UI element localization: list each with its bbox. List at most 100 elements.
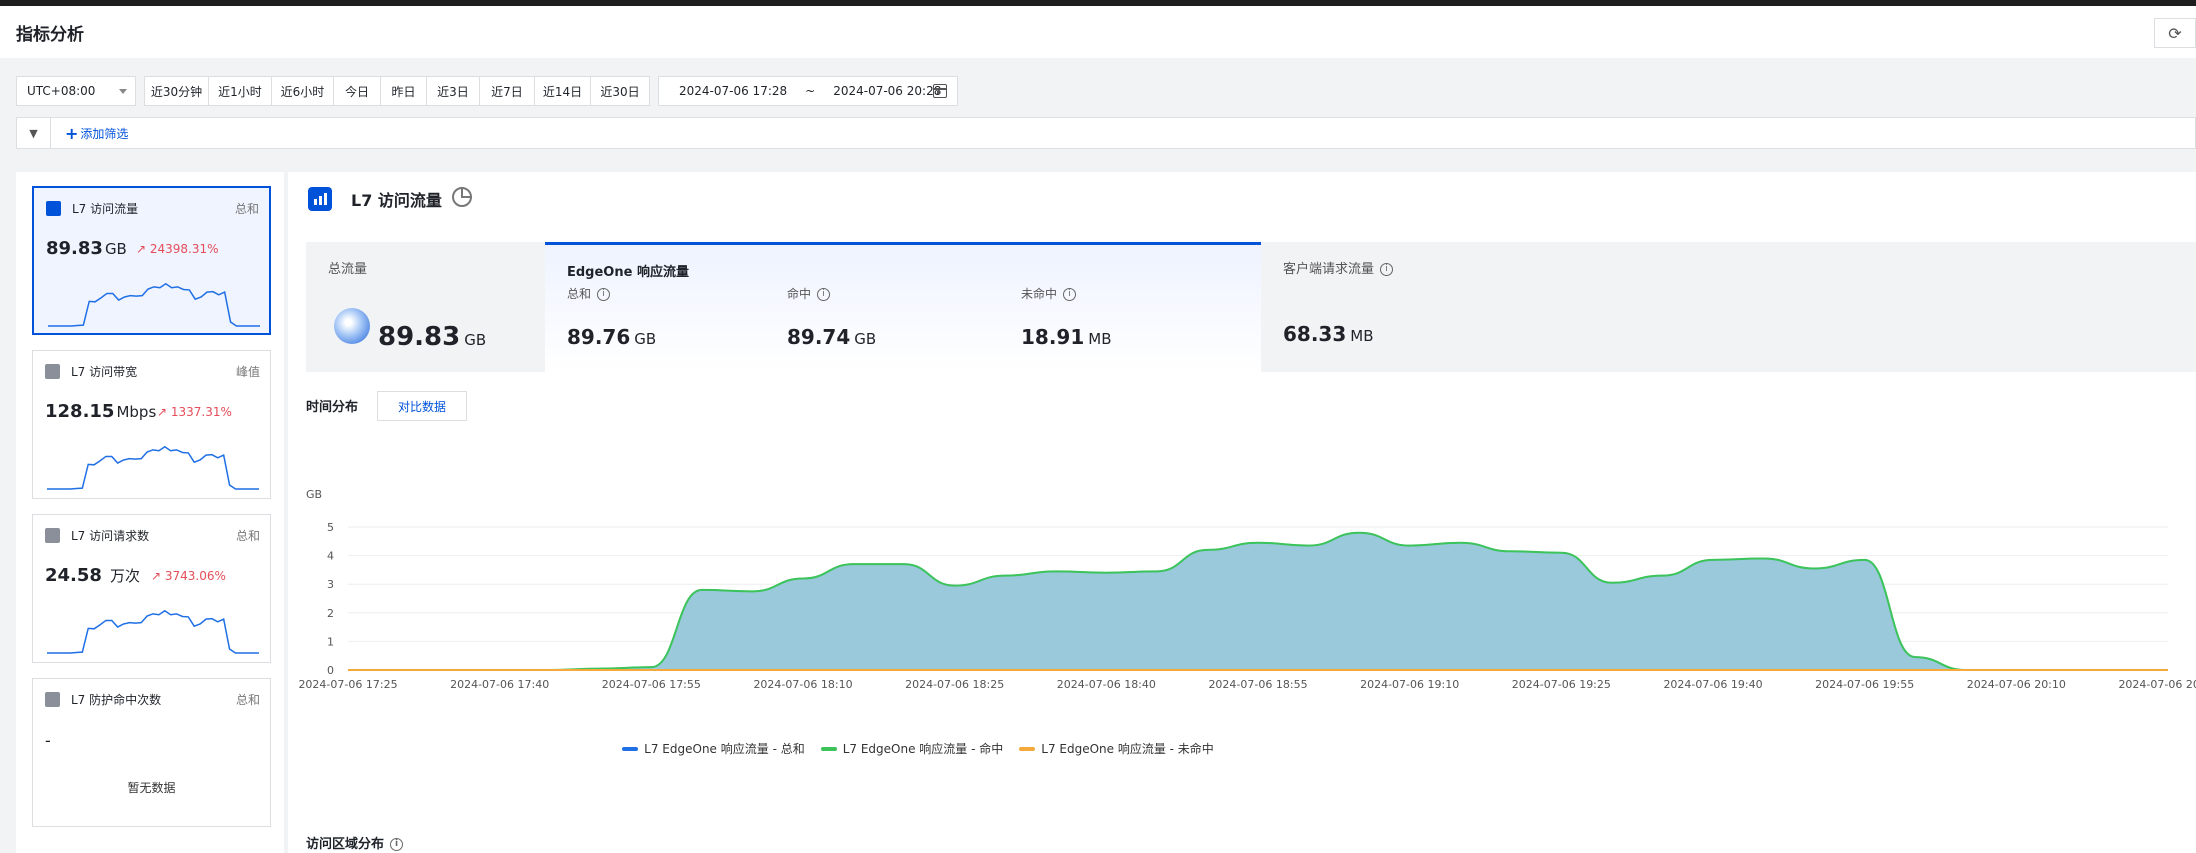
metric-tag: 总和: [234, 202, 259, 216]
x-tick-label: 2024-07-06 18:10: [753, 678, 852, 691]
range-yesterday[interactable]: 昨日: [381, 77, 427, 105]
stat-value-miss: 18.91 MB: [1021, 325, 1112, 349]
legend-item-total[interactable]: L7 EdgeOne 响应流量 - 总和: [622, 740, 805, 757]
range-today[interactable]: 今日: [334, 77, 381, 105]
metric-value: -: [45, 731, 51, 750]
metric-change: ↗ 24398.31%: [136, 242, 219, 256]
metric-value: 89.83 GB: [46, 238, 127, 259]
gauge-icon: [45, 364, 60, 379]
sparkline: [48, 282, 260, 327]
stat-value: 89.83 GB: [378, 322, 487, 352]
metric-change: ↗ 1337.31%: [157, 405, 232, 419]
arrow-up-right-icon: ↗: [157, 405, 171, 419]
date-start: 2024-07-06 17:28: [679, 84, 788, 98]
date-end: 2024-07-06 20:28: [833, 84, 942, 98]
sparkline-path: [47, 445, 259, 490]
x-tick-label: 2024-07-06 20:25: [2118, 678, 2196, 691]
sparkline: [47, 609, 259, 654]
area-fill: [348, 532, 2168, 670]
date-range-picker[interactable]: 2024-07-06 17:28 ~ 2024-07-06 20:28: [658, 76, 958, 106]
info-icon: i: [390, 838, 404, 851]
section-title-region: 访问区域分布 i: [306, 833, 404, 852]
x-tick-label: 2024-07-06 17:25: [298, 678, 397, 691]
refresh-icon: ⟳: [2168, 23, 2182, 43]
stat-label: 客户端请求流量 i: [1283, 258, 1394, 277]
range-3d[interactable]: 近3日: [427, 77, 480, 105]
stat-value-sum: 89.76 GB: [567, 325, 657, 349]
legend-item-miss[interactable]: L7 EdgeOne 响应流量 - 未命中: [1019, 740, 1214, 757]
metric-value: 24.58 万次: [45, 565, 140, 586]
x-tick-label: 2024-07-06 18:40: [1057, 678, 1156, 691]
metric-card-bandwidth[interactable]: L7 访问带宽 峰值 128.15 Mbps ↗ 1337.31%: [32, 350, 271, 499]
range-30d[interactable]: 近30日: [591, 77, 649, 105]
info-icon: i: [597, 288, 611, 301]
metric-value: 128.15 Mbps: [45, 401, 157, 422]
range-1h[interactable]: 近1小时: [209, 77, 272, 105]
info-icon: i: [1063, 288, 1077, 301]
sparkline: [47, 445, 259, 490]
chart-legend: L7 EdgeOne 响应流量 - 总和 L7 EdgeOne 响应流量 - 命…: [288, 740, 1548, 757]
plus-square-icon: [45, 692, 60, 707]
empty-state: 暂无数据: [127, 781, 176, 795]
stat-edgeone[interactable]: EdgeOne 响应流量 总和 i 89.76 GB 命中 i 89.74 GB 未命中…: [545, 242, 1261, 372]
calendar-icon[interactable]: [933, 84, 947, 98]
compare-data-button[interactable]: 对比数据: [377, 391, 467, 421]
metric-card-traffic[interactable]: L7 访问流量 总和 89.83 GB ↗ 24398.31%: [32, 186, 271, 335]
traffic-chart: GB 0 1 2 3 4 5 2024-07-06 17:25 2024-07-06 17:40…: [298, 488, 2196, 691]
x-tick-label: 2024-07-06 17:40: [450, 678, 549, 691]
y-tick-label: 3: [327, 578, 334, 591]
metric-title: L7 访问请求数: [71, 529, 150, 543]
metric-list: L7 访问流量 总和 89.83 GB ↗ 24398.31% L7 访问带宽 峰…: [16, 172, 284, 853]
stat-total[interactable]: 总流量 89.83 GB: [306, 242, 545, 372]
metric-card-protection[interactable]: L7 防护命中次数 总和 - 暂无数据: [32, 678, 271, 827]
metric-tag: 总和: [235, 693, 260, 707]
add-filter-button[interactable]: + 添加筛选: [65, 124, 128, 143]
y-tick-label: 4: [327, 550, 334, 563]
x-tick-label: 2024-07-06 18:55: [1208, 678, 1307, 691]
sparkline-path: [48, 282, 260, 327]
plus-icon: +: [65, 123, 79, 143]
time-toolbar: UTC+08:00 近30分钟 近1小时 近6小时 今日 昨日 近3日 近7日 …: [16, 76, 958, 106]
y-tick-label: 1: [327, 635, 334, 648]
user-icon: [45, 528, 60, 543]
x-tick-label: 2024-07-06 20:10: [1967, 678, 2066, 691]
range-30min[interactable]: 近30分钟: [145, 77, 209, 105]
chevron-down-icon: [119, 89, 127, 94]
pie-chart-icon[interactable]: [452, 187, 472, 207]
sparkline-path: [47, 609, 259, 654]
stat-label: EdgeOne 响应流量: [567, 265, 689, 280]
timezone-select[interactable]: UTC+08:00: [16, 76, 136, 106]
globe-icon: [334, 308, 370, 344]
x-tick-label: 2024-07-06 19:10: [1360, 678, 1459, 691]
main-panel: L7 访问流量 总流量 89.83 GB EdgeOne 响应流量 总和 i 89.…: [288, 172, 2196, 853]
bar-chart-icon: [308, 187, 332, 211]
x-tick-label: 2024-07-06 19:55: [1815, 678, 1914, 691]
x-tick-label: 2024-07-06 19:25: [1512, 678, 1611, 691]
stat-sub-sum: 总和 i: [567, 285, 611, 302]
metric-title: L7 访问带宽: [71, 365, 138, 379]
stat-value: 68.33 MB: [1283, 322, 1374, 346]
metric-change: ↗ 3743.06%: [151, 569, 226, 583]
arrow-up-right-icon: ↗: [151, 569, 165, 583]
metric-card-requests[interactable]: L7 访问请求数 总和 24.58 万次 ↗ 3743.06%: [32, 514, 271, 663]
legend-item-hit[interactable]: L7 EdgeOne 响应流量 - 命中: [820, 740, 1003, 757]
filter-icon[interactable]: ▼: [17, 118, 51, 148]
bar-chart-icon: [46, 201, 61, 216]
x-tick-label: 2024-07-06 17:55: [602, 678, 701, 691]
stats-row: 总流量 89.83 GB EdgeOne 响应流量 总和 i 89.76 GB 命中 i…: [306, 242, 2196, 372]
filter-bar: ▼ + 添加筛选: [16, 117, 2196, 149]
date-separator: ~: [805, 84, 816, 98]
page-title: 指标分析: [16, 25, 84, 45]
info-icon: i: [817, 288, 831, 301]
arrow-up-right-icon: ↗: [136, 242, 150, 256]
x-tick-label: 2024-07-06 18:25: [905, 678, 1004, 691]
range-14d[interactable]: 近14日: [535, 77, 591, 105]
stat-sub-hit: 命中 i: [787, 285, 831, 302]
page-header: 指标分析 ⟳: [0, 6, 2196, 58]
range-6h[interactable]: 近6小时: [272, 77, 334, 105]
y-axis-label: GB: [306, 488, 322, 501]
y-tick-label: 5: [327, 521, 334, 534]
refresh-button[interactable]: ⟳: [2154, 18, 2196, 48]
range-7d[interactable]: 近7日: [480, 77, 535, 105]
stat-client[interactable]: 客户端请求流量 i 68.33 MB: [1261, 242, 2196, 372]
